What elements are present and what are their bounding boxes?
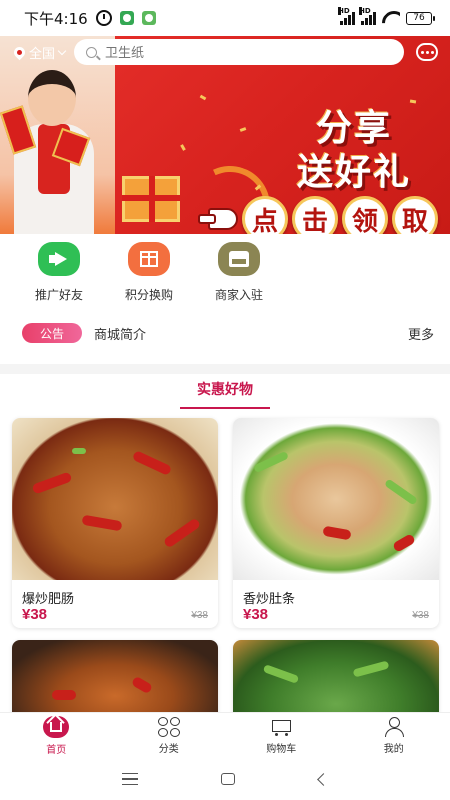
location-label: 全国 [29,46,56,62]
message-icon[interactable] [416,43,438,61]
system-navigation-bar [0,758,450,800]
product-price: ¥38 [243,606,269,623]
product-image [12,418,218,580]
product-original-price: ¥38 [191,610,208,621]
entry-label: 商家入驻 [214,288,263,302]
banner-title-line2: 送好礼 [296,151,411,193]
home-square-icon[interactable] [221,773,236,785]
quick-entries: 推广好友 积分换购 商家入驻 [0,234,450,310]
nav-category[interactable]: 分类 [113,713,226,758]
entry-points-exchange[interactable]: 积分换购 [104,234,194,310]
nav-label: 购物车 [266,743,297,755]
product-card[interactable] [12,640,218,720]
product-image [12,640,218,720]
product-name: 爆炒肥肠 [22,591,75,606]
battery-icon: 76 [406,11,435,25]
product-original-price: ¥38 [412,610,429,621]
store-icon [229,251,249,267]
cta-char: 取 [392,196,438,234]
product-image [233,418,439,580]
location-selector[interactable]: 全国 [11,43,74,62]
alarm-icon [95,10,112,26]
banner-title: 分享 送好礼 [270,106,438,194]
wifi-icon [382,11,400,25]
announcement-text[interactable]: 商城简介 [94,324,146,343]
section-divider [0,364,450,374]
product-card[interactable]: 香炒肚条 ¥38 ¥38 [233,418,439,628]
menu-icon[interactable] [121,773,138,785]
pointing-hand-icon [198,208,238,230]
home-icon [43,715,70,738]
gift-icon [140,251,158,267]
search-box[interactable] [74,39,404,65]
gift-box-illustration [122,176,180,222]
cta-char: 领 [342,196,388,234]
status-time: 下午4:16 [24,9,88,28]
cart-icon [269,717,293,737]
banner-cta[interactable]: 点 击 领 取 [198,196,438,234]
product-price: ¥38 [22,606,48,623]
entry-icon-bg [218,242,260,276]
section-title: 实惠好物 [197,381,253,397]
cta-char: 点 [242,196,288,234]
announcement-bar[interactable]: 公告 商城简介 更多 [0,318,450,348]
nav-cart[interactable]: 购物车 [225,713,338,758]
status-right: HD HD 76 [338,7,435,25]
back-icon[interactable] [317,772,331,786]
banner-title-line1: 分享 [315,107,392,149]
active-tab-underline [180,407,270,409]
category-icon [157,716,180,737]
entry-label: 积分换购 [124,288,173,302]
entry-label: 推广好友 [34,288,83,302]
nav-label: 我的 [383,743,404,755]
megaphone-icon [49,252,69,266]
notification-app-icon [119,11,134,25]
bottom-navigation: 首页 分类 购物车 我的 [0,712,450,758]
download-notification-icon [141,11,156,25]
user-icon [383,716,405,737]
status-left: 下午4:16 [24,8,156,29]
status-bar: 下午4:16 HD HD 76 [0,0,450,36]
product-card[interactable]: 爆炒肥肠 ¥38 ¥38 [12,418,218,628]
product-image [233,640,439,720]
product-name: 香炒肚条 [243,591,296,606]
signal-icon-2: HD [359,7,376,25]
more-link[interactable]: 更多 [408,324,434,343]
announcement-badge: 公告 [22,323,82,343]
entry-icon-bg [38,242,80,276]
entry-merchant-join[interactable]: 商家入驻 [194,234,284,310]
chevron-down-icon [57,46,67,55]
location-pin-icon [11,44,28,60]
nav-home[interactable]: 首页 [0,713,113,758]
search-icon [86,46,97,58]
nav-profile[interactable]: 我的 [338,713,450,758]
tab-good-deals[interactable]: 实惠好物 [0,374,450,414]
product-card[interactable] [233,640,439,720]
entry-invite-friends[interactable]: 推广好友 [14,234,104,310]
search-header: 全国 [0,36,450,68]
nav-label: 分类 [158,743,179,755]
nav-label: 首页 [46,744,67,756]
search-input[interactable] [105,44,385,60]
cta-char: 击 [292,196,338,234]
signal-icon-1: HD [338,7,355,25]
entry-icon-bg [128,242,170,276]
